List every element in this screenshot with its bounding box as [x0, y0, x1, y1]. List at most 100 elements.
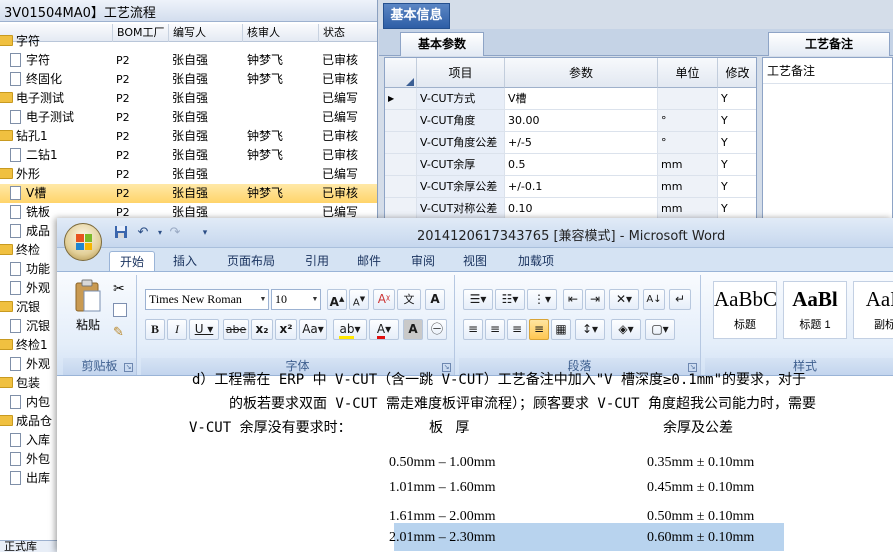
align-center-icon[interactable]: ≡: [485, 319, 505, 340]
undo-dropdown-icon[interactable]: ▾: [152, 225, 168, 241]
tab-mailings[interactable]: 邮件: [349, 251, 389, 272]
save-icon[interactable]: [113, 225, 129, 241]
grid-row[interactable]: ▶ V-CUT方式 V槽 Y: [385, 88, 756, 110]
grid-cell-value[interactable]: V槽: [505, 88, 658, 110]
grid-cell-value[interactable]: +/-0.1: [505, 176, 658, 198]
change-case-icon[interactable]: Aa▾: [299, 319, 327, 340]
tree-row[interactable]: V槽 P2 张自强 钟梦飞 已审核: [0, 184, 377, 203]
grid-cell-edit: Y: [718, 132, 756, 154]
chevron-down-icon: ▼: [259, 295, 267, 303]
tab-references[interactable]: 引用: [297, 251, 337, 272]
multilevel-list-icon[interactable]: ⋮▾: [527, 289, 557, 310]
tree-row[interactable]: 二钻1 P2 张自强 钟梦飞 已审核: [0, 146, 377, 165]
tree-row[interactable]: 外形 P2 张自强 已编写: [0, 165, 377, 184]
grid-col-edit[interactable]: 修改: [718, 58, 756, 88]
grid-row[interactable]: V-CUT对称公差 0.10 mm Y: [385, 198, 756, 220]
grid-col-value[interactable]: 参数: [505, 58, 658, 88]
decrease-indent-icon[interactable]: ⇤: [563, 289, 583, 310]
underline-icon[interactable]: U ▾: [189, 319, 219, 340]
tab-view[interactable]: 视图: [455, 251, 495, 272]
office-button[interactable]: [64, 223, 102, 261]
highlight-icon[interactable]: ab▾: [333, 319, 367, 340]
justify-icon[interactable]: ≡: [529, 319, 549, 340]
row-indicator: [385, 132, 417, 154]
asian-layout-icon[interactable]: ✕▾: [609, 289, 639, 310]
font-size-combo[interactable]: 10 ▼: [271, 289, 321, 310]
tab-process-notes[interactable]: 工艺备注: [768, 32, 890, 56]
cut-icon[interactable]: ✂: [113, 281, 125, 297]
tree-item-label: V槽: [26, 186, 47, 200]
clear-format-icon[interactable]: Aᵡ: [373, 289, 395, 310]
library-tab[interactable]: 正式库: [0, 540, 60, 552]
style-heading-1[interactable]: AaBl 标题 1: [783, 281, 847, 339]
tree-row[interactable]: 电子测试 P2 张自强 已编写: [0, 89, 377, 108]
phonetic-guide-icon[interactable]: 文: [397, 289, 421, 310]
character-shading-icon[interactable]: A: [403, 319, 423, 340]
grid-row[interactable]: V-CUT角度 30.00 ° Y: [385, 110, 756, 132]
bullets-icon[interactable]: ☰▾: [463, 289, 493, 310]
grow-font-icon[interactable]: A▲: [327, 289, 347, 310]
document-body[interactable]: d）工程需在 ERP 中 V-CUT（含一跳 V-CUT）工艺备注中加入"V 槽…: [57, 372, 893, 552]
bold-icon[interactable]: B: [145, 319, 165, 340]
grid-cell-value[interactable]: +/-5: [505, 132, 658, 154]
tree-cell-bom: P2: [116, 73, 130, 86]
customize-qat-icon[interactable]: ▾: [197, 225, 213, 241]
tree-row[interactable]: 钻孔1 P2 张自强 钟梦飞 已审核: [0, 127, 377, 146]
sort-icon[interactable]: A↓: [643, 289, 665, 310]
tab-basic-params[interactable]: 基本参数: [400, 32, 484, 56]
paste-button[interactable]: 粘贴: [71, 279, 105, 337]
numbering-icon[interactable]: ☷▾: [495, 289, 525, 310]
grid-row[interactable]: V-CUT余厚公差 +/-0.1 mm Y: [385, 176, 756, 198]
format-painter-icon[interactable]: ✎: [113, 325, 124, 340]
tab-insert[interactable]: 插入: [165, 251, 205, 272]
tab-page-layout[interactable]: 页面布局: [221, 251, 281, 272]
tab-review[interactable]: 审阅: [403, 251, 443, 272]
align-left-icon[interactable]: ≡: [463, 319, 483, 340]
character-border-icon[interactable]: A: [425, 289, 445, 310]
font-name-combo[interactable]: Times New Roman ▼: [145, 289, 269, 310]
shading-icon[interactable]: ◈▾: [611, 319, 641, 340]
grid-col-unit[interactable]: 单位: [658, 58, 718, 88]
increase-indent-icon[interactable]: ⇥: [585, 289, 605, 310]
align-right-icon[interactable]: ≡: [507, 319, 527, 340]
grid-cell-value[interactable]: 0.10: [505, 198, 658, 220]
document-icon: [10, 394, 21, 409]
tree-row[interactable]: 字符 P2 张自强 钟梦飞 已审核: [0, 51, 377, 70]
enclose-characters-icon[interactable]: ㊀: [427, 319, 447, 340]
grid-cell-value[interactable]: 0.5: [505, 154, 658, 176]
grid-col-item[interactable]: 项目: [417, 58, 505, 88]
style-title[interactable]: AaBbC 标题: [713, 281, 777, 339]
tab-basic-info[interactable]: 基本信息: [383, 3, 450, 29]
thickness-cell: 1.01mm – 1.60mm: [389, 480, 496, 495]
tab-addins[interactable]: 加载项: [509, 251, 563, 272]
strikethrough-icon[interactable]: abe: [223, 319, 249, 340]
superscript-icon[interactable]: x²: [275, 319, 297, 340]
italic-icon[interactable]: I: [167, 319, 187, 340]
tree-cell-status: 已审核: [322, 72, 359, 86]
undo-icon[interactable]: ↶: [135, 225, 151, 241]
tab-home[interactable]: 开始: [109, 251, 155, 272]
line-spacing-icon[interactable]: ↕▾: [575, 319, 605, 340]
show-marks-icon[interactable]: ↵: [669, 289, 691, 310]
office-logo-icon: [76, 234, 92, 250]
shrink-font-icon[interactable]: A▼: [349, 289, 369, 310]
borders-icon[interactable]: ▢▾: [645, 319, 675, 340]
folder-icon: [0, 301, 13, 312]
tree-row[interactable]: 字符: [0, 32, 377, 51]
redo-icon[interactable]: ↷: [167, 225, 183, 241]
subscript-icon[interactable]: x₂: [251, 319, 273, 340]
grid-row[interactable]: V-CUT余厚 0.5 mm Y: [385, 154, 756, 176]
tree-item-label: 字符: [26, 53, 51, 67]
clipboard-launcher-icon[interactable]: ↘: [124, 363, 133, 372]
params-grid: 项目 参数 单位 修改 ▶ V-CUT方式 V槽 Y V-CUT角度 30.00 ° Y V-C…: [384, 57, 757, 227]
tree-row[interactable]: 终固化 P2 张自强 钟梦飞 已审核: [0, 70, 377, 89]
font-color-icon[interactable]: A▾: [369, 319, 399, 340]
grid-cell-unit: mm: [658, 154, 718, 176]
grid-cell-value[interactable]: 30.00: [505, 110, 658, 132]
tree-row[interactable]: 电子测试 P2 张自强 已编写: [0, 108, 377, 127]
style-subtitle[interactable]: AaB 副标: [853, 281, 893, 339]
distributed-icon[interactable]: ▦: [551, 319, 571, 340]
grid-cell-unit: [658, 88, 718, 110]
copy-icon[interactable]: [113, 303, 127, 317]
grid-row[interactable]: V-CUT角度公差 +/-5 ° Y: [385, 132, 756, 154]
